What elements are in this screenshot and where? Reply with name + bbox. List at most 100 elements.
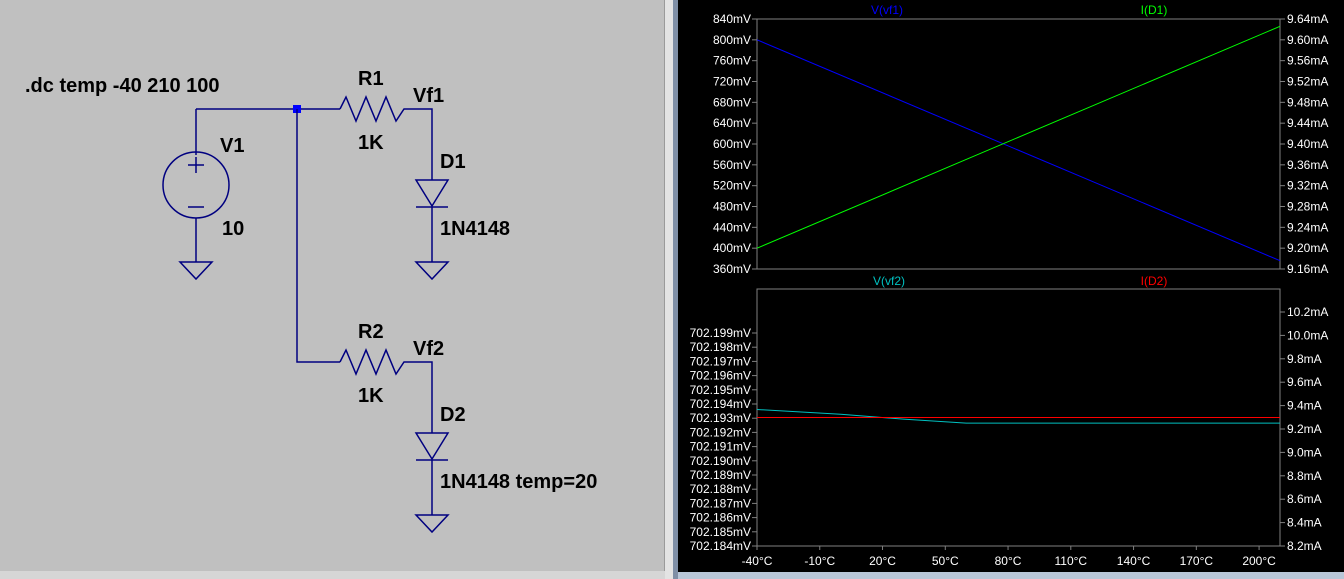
schematic-canvas[interactable]: .dc temp -40 210 100 V1 10 R1 1K Vf1 D1 … <box>0 0 664 571</box>
y-tick-label-left[interactable]: 360mV <box>713 262 751 276</box>
y-tick-label-left[interactable]: 702.185mV <box>690 525 751 539</box>
y-tick-label-right[interactable]: 9.28mA <box>1287 200 1328 214</box>
y-tick-label-left[interactable]: 702.199mV <box>690 326 751 340</box>
y-tick-label-left[interactable]: 702.186mV <box>690 511 751 525</box>
schematic-editor[interactable]: .dc temp -40 210 100 V1 10 R1 1K Vf1 D1 … <box>0 0 665 571</box>
v1-value[interactable]: 10 <box>222 218 244 240</box>
y-tick-label-left[interactable]: 600mV <box>713 137 751 151</box>
y-tick-label-right[interactable]: 9.0mA <box>1287 445 1322 459</box>
plot-pane-top[interactable]: V(vf1) I(D1) 840mV 800mV 760mV 720mV 680mV 64… <box>713 3 1328 276</box>
waveform-status-strip <box>678 572 1344 579</box>
y-tick-label-right[interactable]: 9.48mA <box>1287 95 1328 109</box>
y-tick-label-right[interactable]: 9.36mA <box>1287 158 1328 172</box>
y-tick-label-right[interactable]: 9.24mA <box>1287 220 1328 234</box>
y-tick-label-left[interactable]: 702.195mV <box>690 383 751 397</box>
r2-value[interactable]: 1K <box>358 385 384 407</box>
schematic-status-strip <box>0 571 665 579</box>
x-tick-label[interactable]: 140°C <box>1117 554 1151 568</box>
r2-name[interactable]: R2 <box>358 321 384 343</box>
y-tick-label-left[interactable]: 440mV <box>713 220 751 234</box>
y-tick-label-right[interactable]: 9.32mA <box>1287 179 1328 193</box>
y-tick-label-right[interactable]: 9.64mA <box>1287 12 1328 26</box>
y-tick-label-left[interactable]: 520mV <box>713 179 751 193</box>
x-tick-label[interactable]: 80°C <box>995 554 1022 568</box>
x-tick-label[interactable]: -10°C <box>804 554 835 568</box>
y-tick-label-right[interactable]: 10.2mA <box>1287 305 1328 319</box>
y-tick-label-right[interactable]: 9.8mA <box>1287 352 1322 366</box>
y-tick-label-left[interactable]: 702.196mV <box>690 369 751 383</box>
y-tick-label-left[interactable]: 702.189mV <box>690 468 751 482</box>
y-tick-label-left[interactable]: 702.191mV <box>690 440 751 454</box>
resistor-r1[interactable] <box>339 95 433 180</box>
y-tick-label-left[interactable]: 702.190mV <box>690 454 751 468</box>
v1-name[interactable]: V1 <box>220 135 244 157</box>
y-tick-label-right[interactable]: 8.4mA <box>1287 516 1322 530</box>
d1-name[interactable]: D1 <box>440 151 466 173</box>
y-tick-label-right[interactable]: 9.6mA <box>1287 375 1322 389</box>
trace-label-id1[interactable]: I(D1) <box>1141 3 1168 17</box>
y-tick-label-left[interactable]: 702.188mV <box>690 482 751 496</box>
d2-model[interactable]: 1N4148 temp=20 <box>440 471 597 493</box>
x-tick-label[interactable]: 170°C <box>1180 554 1214 568</box>
y-tick-label-right[interactable]: 9.4mA <box>1287 399 1322 413</box>
y-tick-label-left[interactable]: 702.187mV <box>690 496 751 510</box>
y-tick-label-right[interactable]: 9.56mA <box>1287 54 1328 68</box>
x-tick-label[interactable]: 50°C <box>932 554 959 568</box>
y-tick-label-left[interactable]: 760mV <box>713 54 751 68</box>
r1-name[interactable]: R1 <box>358 68 384 90</box>
ground-icon <box>414 261 450 281</box>
voltage-source-v1[interactable] <box>162 151 230 219</box>
y-tick-label-right[interactable]: 8.6mA <box>1287 492 1322 506</box>
y-tick-label-right[interactable]: 9.16mA <box>1287 262 1328 276</box>
trace-label-id2[interactable]: I(D2) <box>1141 274 1168 288</box>
dc-sweep-directive[interactable]: .dc temp -40 210 100 <box>25 75 220 97</box>
y-tick-label-left[interactable]: 702.197mV <box>690 354 751 368</box>
x-tick-label[interactable]: 20°C <box>869 554 896 568</box>
x-tick-label[interactable]: 110°C <box>1054 554 1087 568</box>
y-tick-label-left[interactable]: 640mV <box>713 116 751 130</box>
plus-sign-icon <box>188 157 204 173</box>
y-tick-label-right[interactable]: 9.20mA <box>1287 241 1328 255</box>
plot-frame-top <box>756 18 1281 270</box>
y-tick-label-left[interactable]: 702.193mV <box>690 411 751 425</box>
trace-vvf1[interactable] <box>756 39 1281 262</box>
y-tick-label-right[interactable]: 9.60mA <box>1287 33 1328 47</box>
x-tick-label[interactable]: 200°C <box>1242 554 1276 568</box>
window-splitter[interactable] <box>665 0 678 579</box>
y-tick-label-right[interactable]: 10.0mA <box>1287 328 1328 342</box>
wire <box>296 109 340 363</box>
y-tick-label-right[interactable]: 8.8mA <box>1287 469 1322 483</box>
y-tick-label-left[interactable]: 840mV <box>713 12 751 26</box>
y-tick-label-right[interactable]: 9.40mA <box>1287 137 1328 151</box>
x-tick-label[interactable]: -40°C <box>742 554 773 568</box>
y-tick-label-left[interactable]: 702.184mV <box>690 539 751 553</box>
y-tick-label-right[interactable]: 9.2mA <box>1287 422 1322 436</box>
y-tick-label-left[interactable]: 720mV <box>713 75 751 89</box>
y-tick-label-left[interactable]: 702.194mV <box>690 397 751 411</box>
y-tick-label-left[interactable]: 680mV <box>713 95 751 109</box>
trace-label-vvf2[interactable]: V(vf2) <box>873 274 905 288</box>
waveform-viewer[interactable]: V(vf1) I(D1) 840mV 800mV 760mV 720mV 680mV 64… <box>678 0 1344 579</box>
r1-value[interactable]: 1K <box>358 132 384 154</box>
plot-pane-bottom[interactable]: V(vf2) I(D2) 702.199mV702.198mV702.197mV… <box>690 274 1329 568</box>
trace-vvf2[interactable] <box>756 409 1280 424</box>
net-label-vf1[interactable]: Vf1 <box>413 85 444 107</box>
d2-name[interactable]: D2 <box>440 404 466 426</box>
trace-label-vvf1[interactable]: V(vf1) <box>871 3 903 17</box>
y-tick-label-left[interactable]: 560mV <box>713 158 751 172</box>
y-tick-label-left[interactable]: 702.198mV <box>690 340 751 354</box>
y-tick-label-right[interactable]: 9.44mA <box>1287 116 1328 130</box>
net-label-vf2[interactable]: Vf2 <box>413 338 444 360</box>
resistor-r2[interactable] <box>339 348 433 433</box>
y-tick-label-left[interactable]: 480mV <box>713 200 751 214</box>
trace-id1[interactable] <box>756 25 1281 249</box>
d1-model[interactable]: 1N4148 <box>440 218 510 240</box>
y-tick-label-right[interactable]: 8.2mA <box>1287 539 1322 553</box>
y-tick-label-left[interactable]: 702.192mV <box>690 425 751 439</box>
y-tick-label-right[interactable]: 9.52mA <box>1287 75 1328 89</box>
ground-icon <box>178 261 214 281</box>
y-tick-label-left[interactable]: 800mV <box>713 33 751 47</box>
y-tick-label-left[interactable]: 400mV <box>713 241 751 255</box>
waveform-canvas[interactable]: V(vf1) I(D1) 840mV 800mV 760mV 720mV 680mV 64… <box>678 0 1344 572</box>
ground-icon <box>414 514 450 534</box>
